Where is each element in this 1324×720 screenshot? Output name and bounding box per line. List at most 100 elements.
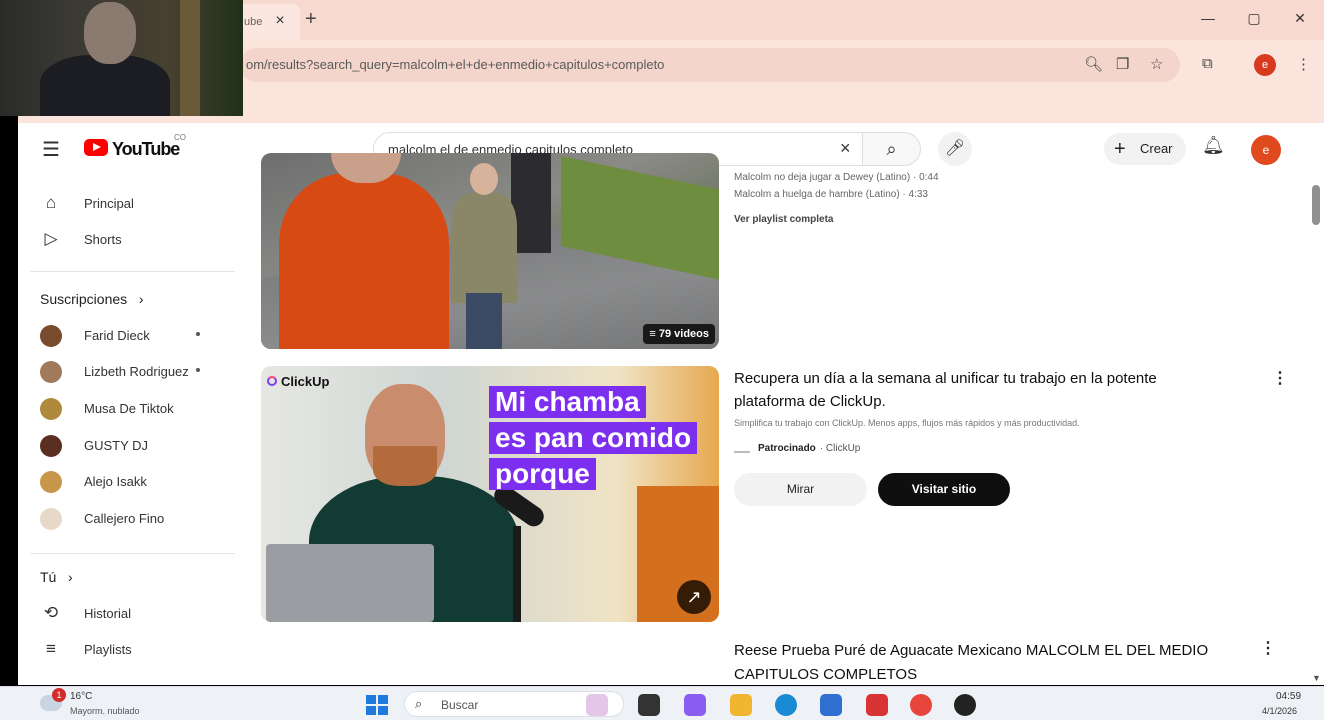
- advertiser-logo-icon: [734, 443, 750, 454]
- ad-title[interactable]: Recupera un día a la semana al unificar …: [734, 367, 1204, 413]
- thumbnail-figure: [279, 173, 449, 349]
- maximize-button[interactable]: ▢: [1244, 10, 1264, 27]
- wps-office-icon[interactable]: [866, 694, 888, 716]
- zoom-icon[interactable]: 🔍︎: [1084, 55, 1103, 73]
- scrollbar-thumb[interactable]: [1312, 185, 1320, 225]
- sidebar-item-subscription[interactable]: Alejo Isakk: [18, 463, 248, 499]
- clock-date[interactable]: 4/1/2026: [1262, 706, 1297, 716]
- search-button[interactable]: ⌕: [863, 132, 921, 166]
- webcam-person-head: [84, 2, 136, 64]
- url-text[interactable]: om/results?search_query=malcolm+el+de+en…: [246, 57, 664, 72]
- tab-close-icon[interactable]: ×: [270, 12, 290, 30]
- sidebar-item-subscription[interactable]: Musa De Tiktok: [18, 390, 248, 426]
- sidebar-item-label: Playlists: [84, 642, 132, 657]
- promo-line: Mi chamba: [489, 386, 646, 418]
- channel-avatar: [40, 471, 62, 493]
- external-link-icon[interactable]: ↗: [677, 580, 711, 614]
- promo-line: es pan comido: [489, 422, 698, 454]
- playlist-video-line[interactable]: Malcolm no deja jugar a Dewey (Latino) ·…: [734, 172, 939, 183]
- shorts-icon: ▷: [44, 229, 58, 248]
- clear-search-icon[interactable]: ×: [840, 138, 851, 159]
- history-icon: ⟲: [43, 603, 59, 622]
- playlist-thumbnail[interactable]: ≡ 79 videos: [261, 153, 719, 349]
- sidebar-divider: [30, 553, 235, 554]
- playlist-count-badge: ≡ 79 videos: [643, 324, 715, 344]
- view-full-playlist-link[interactable]: Ver playlist completa: [734, 214, 834, 225]
- taskbar-search-placeholder: Buscar: [441, 698, 479, 712]
- search-icon: ⌕: [415, 696, 423, 711]
- close-window-button[interactable]: ✕: [1290, 10, 1310, 27]
- page-scrollbar[interactable]: ▼: [1309, 175, 1324, 685]
- sponsored-label: Patrocinado: [758, 443, 816, 454]
- scroll-down-arrow-icon[interactable]: ▼: [1312, 673, 1321, 683]
- screen-edge: [0, 116, 18, 686]
- ad-thumbnail[interactable]: ClickUp Mi chamba es pan comido porque ↗: [261, 366, 719, 622]
- clock-time[interactable]: 04:59: [1276, 691, 1301, 702]
- home-icon: ⌂: [45, 193, 57, 212]
- clickup-logo-icon: [267, 376, 277, 386]
- clickup-logo: ClickUp: [267, 374, 329, 389]
- task-view-icon[interactable]: [638, 694, 660, 716]
- account-avatar[interactable]: e: [1251, 135, 1281, 165]
- channel-avatar: [40, 435, 62, 457]
- sidebar-item-subscription[interactable]: Farid Dieck: [18, 317, 248, 353]
- hamburger-menu-icon[interactable]: ☰: [42, 137, 60, 162]
- sidebar-item-playlists[interactable]: ≡ Playlists: [18, 631, 248, 667]
- new-content-dot: [196, 368, 200, 372]
- youtube-logo-text[interactable]: YouTube: [112, 139, 180, 160]
- youtube-logo-icon[interactable]: [84, 139, 108, 156]
- you-title: Tú: [40, 569, 57, 585]
- sidebar-item-subscription[interactable]: Callejero Fino: [18, 500, 248, 536]
- ad-description: Simplifica tu trabajo con ClickUp. Menos…: [734, 418, 1080, 428]
- widget-icon[interactable]: [586, 694, 608, 716]
- watch-button[interactable]: Mirar: [734, 473, 867, 506]
- weather-temperature[interactable]: 16°C: [70, 691, 92, 702]
- youtube-page: ☰ YouTube CO malcolm el de enmedio capit…: [18, 123, 1324, 685]
- sidebar-item-label: Historial: [84, 606, 131, 621]
- edge-browser-icon[interactable]: [775, 694, 797, 716]
- profile-icon[interactable]: e: [1254, 54, 1276, 76]
- clickup-brand: ClickUp: [281, 374, 330, 389]
- address-bar[interactable]: om/results?search_query=malcolm+el+de+en…: [240, 48, 1180, 82]
- cast-icon[interactable]: ❐: [1116, 55, 1129, 73]
- extensions-icon[interactable]: ⧉: [1202, 55, 1213, 72]
- sidebar-item-historial[interactable]: ⟲ Historial: [18, 595, 248, 631]
- sidebar-item-principal[interactable]: ⌂ Principal: [18, 185, 248, 221]
- new-tab-button[interactable]: +: [305, 8, 317, 31]
- file-explorer-icon[interactable]: [730, 694, 752, 716]
- menu-icon[interactable]: ⋮: [1296, 55, 1311, 73]
- playlist-video-line[interactable]: Malcolm a huelga de hambre (Latino) · 4:…: [734, 189, 928, 200]
- playlist-icon: ≡: [649, 328, 659, 340]
- weather-description[interactable]: Mayorm. nublado: [70, 706, 140, 716]
- sidebar-item-subscription[interactable]: Lizbeth Rodriguez: [18, 353, 248, 389]
- create-button[interactable]: + Crear: [1104, 133, 1186, 165]
- visit-site-button[interactable]: Visitar sitio: [878, 473, 1010, 506]
- country-code: CO: [174, 133, 186, 142]
- subscriptions-heading[interactable]: Suscripciones ›: [40, 291, 144, 307]
- minimize-button[interactable]: —: [1198, 10, 1218, 26]
- bookmark-star-icon[interactable]: ☆: [1150, 55, 1163, 73]
- app-icon[interactable]: [954, 694, 976, 716]
- copilot-icon[interactable]: [684, 694, 706, 716]
- voice-search-button[interactable]: 🎤︎: [938, 132, 972, 166]
- sidebar-item-shorts[interactable]: ▷ Shorts: [18, 221, 248, 257]
- chrome-browser-icon[interactable]: [910, 694, 932, 716]
- store-icon[interactable]: [820, 694, 842, 716]
- plus-icon: +: [1114, 138, 1126, 160]
- sidebar-item-subscription[interactable]: GUSTY DJ: [18, 427, 248, 463]
- windows-start-icon[interactable]: [366, 695, 388, 715]
- sidebar-item-label: Shorts: [84, 232, 122, 247]
- windows-taskbar: 1 16°C Mayorm. nublado ⌕ Buscar 04:59 4/…: [0, 686, 1324, 720]
- tab-title: ube: [244, 16, 263, 28]
- playlists-icon: ≡: [46, 639, 56, 658]
- you-heading[interactable]: Tú ›: [40, 569, 73, 585]
- notifications-bell-icon[interactable]: 🔔︎: [1202, 135, 1225, 156]
- subscriptions-title: Suscripciones: [40, 291, 128, 307]
- video-title[interactable]: Reese Prueba Puré de Aguacate Mexicano M…: [734, 639, 1254, 685]
- new-content-dot: [196, 332, 200, 336]
- more-options-icon[interactable]: ⋮: [1272, 368, 1288, 388]
- channel-name: Farid Dieck: [84, 328, 150, 343]
- channel-avatar: [40, 508, 62, 530]
- sidebar-divider: [30, 271, 235, 272]
- more-options-icon[interactable]: ⋮: [1260, 638, 1276, 658]
